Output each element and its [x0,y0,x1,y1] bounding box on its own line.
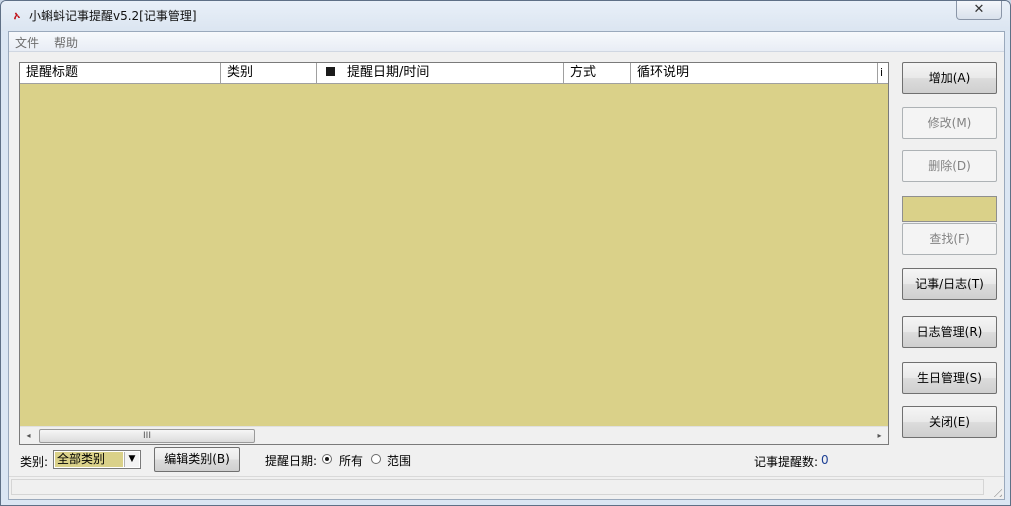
app-red-icon: ኦ [13,9,21,22]
menu-file[interactable]: 文件 [15,34,39,51]
category-select-value: 全部类别 [55,452,123,467]
col-header-category[interactable]: 类别 [221,63,317,83]
radio-all[interactable] [322,454,332,464]
reminder-list[interactable]: 提醒标题 类别 提醒日期/时间 方式 循环说明 i ◂ III ▸ [19,62,889,445]
modify-button[interactable]: 修改(M) [902,107,997,139]
radio-range-label[interactable]: 范围 [387,452,411,469]
search-input[interactable] [902,196,997,222]
notes-diary-button[interactable]: 记事/日志(T) [902,268,997,300]
col-header-title[interactable]: 提醒标题 [20,63,221,83]
add-button[interactable]: 增加(A) [902,62,997,94]
col-header-truncated[interactable]: i [878,63,888,83]
scroll-right-icon[interactable]: ▸ [871,427,888,444]
col-header-cycle[interactable]: 循环说明 [631,63,878,83]
delete-button[interactable]: 删除(D) [902,150,997,182]
edit-category-button[interactable]: 编辑类别(B) [154,447,240,472]
col-header-datetime[interactable]: 提醒日期/时间 [317,63,564,83]
window-title: 小蝌蚪记事提醒v5.2[记事管理] [29,9,197,23]
scroll-left-icon[interactable]: ◂ [20,427,37,444]
sort-indicator-icon [326,67,335,76]
find-button[interactable]: 查找(F) [902,223,997,255]
client-area: 文件 帮助 提醒标题 类别 提醒日期/时间 方式 循环说明 i ◂ III ▸ … [8,31,1005,500]
title-bar: ኦ 小蝌蚪记事提醒v5.2[记事管理] ✕ [1,1,1010,31]
status-panel [11,479,984,495]
close-window-button[interactable]: ✕ [956,1,1002,20]
category-label: 类别: [20,455,49,469]
menu-bar: 文件 帮助 [9,32,1004,52]
list-header: 提醒标题 类别 提醒日期/时间 方式 循环说明 i [20,63,888,84]
category-select[interactable]: 全部类别 ▼ [53,450,141,469]
radio-range[interactable] [371,454,381,464]
menu-help[interactable]: 帮助 [54,34,78,51]
birthday-manage-button[interactable]: 生日管理(S) [902,362,997,394]
close-button[interactable]: 关闭(E) [902,406,997,438]
dropdown-arrow-icon[interactable]: ▼ [124,452,139,467]
main-window: ኦ 小蝌蚪记事提醒v5.2[记事管理] ✕ 文件 帮助 提醒标题 类别 提醒日期… [0,0,1011,506]
list-body[interactable] [20,84,888,426]
reminder-count-value: 0 [821,453,829,467]
diary-manage-button[interactable]: 日志管理(R) [902,316,997,348]
horizontal-scrollbar[interactable]: ◂ III ▸ [20,426,888,444]
radio-all-label[interactable]: 所有 [339,452,363,469]
reminder-date-label: 提醒日期: [265,454,318,468]
reminder-count-label: 记事提醒数: [754,455,819,469]
status-bar [9,476,1004,499]
scroll-thumb[interactable]: III [39,429,255,443]
col-header-method[interactable]: 方式 [564,63,631,83]
resize-grip-icon[interactable] [990,485,1002,497]
